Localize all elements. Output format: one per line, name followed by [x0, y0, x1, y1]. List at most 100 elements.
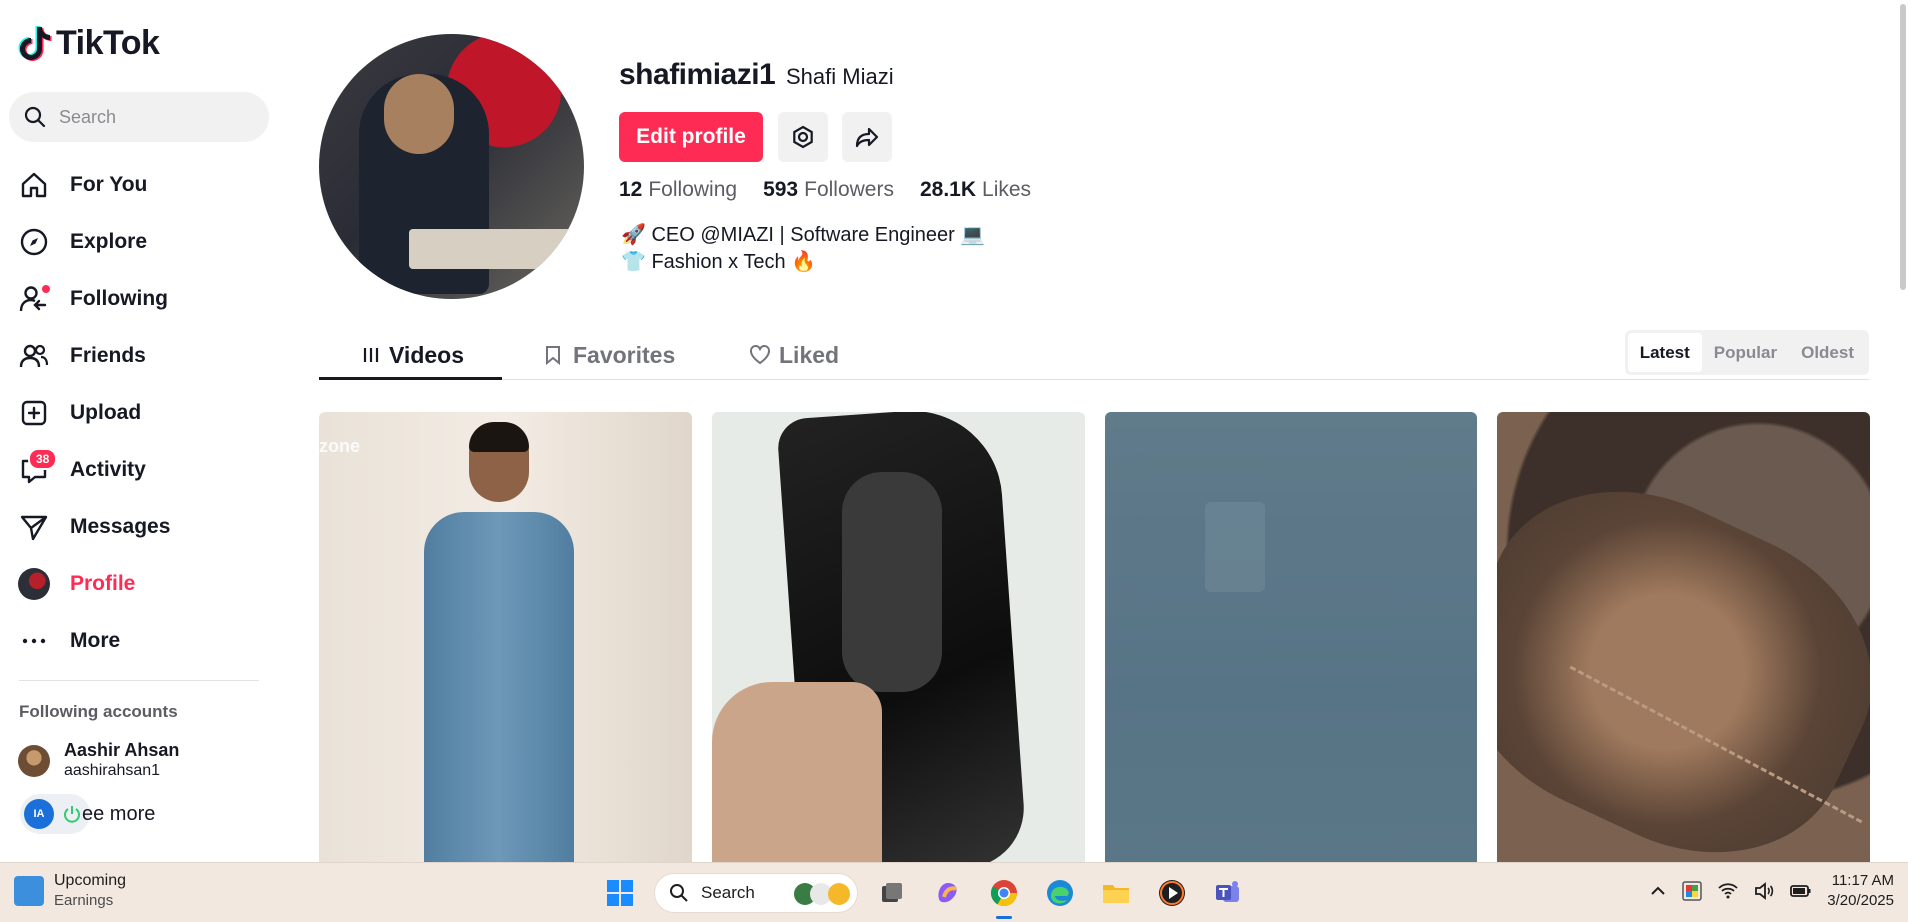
video-thumbnail[interactable]: zone [319, 412, 692, 862]
extension-pill[interactable]: IA [20, 794, 90, 834]
home-icon [18, 169, 50, 201]
profile-bio: 🚀 CEO @MIAZI | Software Engineer 💻 👕 Fas… [621, 222, 985, 276]
copilot-button[interactable] [926, 871, 970, 915]
compass-icon [18, 226, 50, 258]
video-thumbnail[interactable] [711, 412, 1085, 862]
video-thumbnail[interactable] [1497, 412, 1870, 862]
taskbar-search-label: Search [701, 883, 755, 902]
nav-item-following[interactable]: Following [18, 270, 170, 327]
search-highlight-icon [794, 883, 850, 905]
clock[interactable]: 11:17 AM 3/20/2025 [1827, 871, 1894, 911]
app-tray-icon[interactable] [1681, 880, 1703, 902]
see-more-link[interactable]: IA ee more [20, 794, 155, 834]
heart-icon [749, 344, 771, 365]
widgets-button[interactable]: Upcoming Earnings [14, 871, 126, 910]
tab-underline [319, 377, 502, 380]
media-player-button[interactable] [1150, 871, 1194, 915]
video-watermark: zone [319, 436, 361, 456]
bio-line: 🚀 CEO @MIAZI | Software Engineer 💻 [621, 224, 986, 246]
chevron-up-icon[interactable] [1649, 882, 1667, 900]
extension-icon: IA [24, 799, 54, 829]
news-widget-icon [14, 875, 44, 906]
sort-latest[interactable]: Latest [1627, 333, 1702, 372]
avatar [18, 567, 50, 600]
edge-icon [1047, 880, 1073, 906]
nav-item-explore[interactable]: Explore [18, 213, 170, 270]
tab-videos[interactable]: Videos [361, 330, 464, 380]
inbox-icon: 38 [18, 447, 58, 486]
start-button[interactable] [598, 871, 642, 915]
chrome-button[interactable] [982, 871, 1026, 919]
friends-icon [18, 340, 50, 372]
chrome-icon [990, 880, 1018, 907]
profile-tabs: Videos Favorites Liked Latest Popular Ol… [319, 330, 1869, 380]
nav-item-activity[interactable]: 38 Activity [18, 441, 170, 498]
tab-label: Liked [779, 341, 840, 368]
tab-label: Favorites [573, 341, 676, 368]
stat-following[interactable]: 12 Following [619, 178, 737, 202]
sort-oldest[interactable]: Oldest [1789, 333, 1866, 372]
scrollbar-thumb[interactable] [1900, 4, 1906, 290]
page-scrollbar[interactable] [1896, 0, 1908, 862]
play-icon [1159, 880, 1185, 906]
sort-popular[interactable]: Popular [1702, 333, 1789, 372]
widget-subtitle: Earnings [54, 892, 114, 909]
nav-item-messages[interactable]: Messages [18, 498, 170, 555]
nav-label: Explore [70, 229, 148, 253]
notification-dot [42, 284, 50, 293]
clock-time: 11:17 AM [1831, 872, 1894, 889]
edge-button[interactable] [1038, 871, 1082, 915]
file-explorer-button[interactable] [1094, 871, 1138, 915]
nav-item-for-you[interactable]: For You [18, 156, 170, 213]
edit-profile-button[interactable]: Edit profile [619, 112, 763, 162]
stat-followers[interactable]: 593 Followers [763, 178, 894, 202]
nav-label: Following [70, 286, 168, 310]
system-tray: 11:17 AM 3/20/2025 [1649, 871, 1894, 911]
task-view-button[interactable] [870, 871, 914, 915]
sort-toggle: Latest Popular Oldest [1624, 330, 1869, 375]
battery-icon[interactable] [1789, 880, 1813, 902]
taskbar-search[interactable]: Search [654, 873, 858, 913]
tab-liked[interactable]: Liked [749, 330, 839, 380]
tiktok-logo[interactable]: TikTok [18, 24, 160, 63]
send-icon [18, 511, 50, 543]
nav-label: More [70, 628, 121, 652]
folder-icon [1103, 885, 1129, 903]
activity-badge: 38 [28, 447, 58, 470]
gear-icon [793, 125, 813, 149]
search-bar[interactable] [9, 92, 269, 142]
nav-label: Activity [70, 457, 146, 481]
stat-likes: 28.1K Likes [919, 178, 1032, 201]
tab-label: Videos [389, 341, 464, 368]
avatar [18, 744, 50, 777]
share-button[interactable] [842, 112, 892, 162]
teams-icon [1216, 881, 1239, 902]
grid-icon [363, 348, 379, 362]
nav-item-upload[interactable]: Upload [18, 384, 170, 441]
nav-item-friends[interactable]: Friends [18, 327, 170, 384]
teams-button[interactable] [1206, 871, 1250, 915]
widget-title: Upcoming [54, 872, 127, 889]
task-view-icon [882, 883, 902, 902]
video-thumbnail[interactable] [1104, 412, 1478, 862]
following-accounts-title: Following accounts [19, 702, 178, 721]
settings-button[interactable] [778, 112, 828, 162]
following-account-item[interactable]: Aashir Ahsan aashirahsan1 [18, 740, 179, 781]
main-nav: For You Explore Following Friends Upload… [18, 156, 170, 669]
search-input[interactable] [59, 106, 249, 128]
bio-line: 👕 Fashion x Tech 🔥 [621, 251, 817, 273]
profile-avatar[interactable] [319, 34, 584, 299]
nav-item-more[interactable]: More [18, 612, 170, 669]
clock-date: 3/20/2025 [1827, 892, 1894, 909]
profile-username: shafimiazi1 [619, 58, 776, 91]
wifi-icon[interactable] [1717, 880, 1739, 902]
taskbar-apps: Search [598, 871, 1250, 919]
profile-nickname: Shafi Miazi [786, 64, 894, 89]
nav-label: For You [70, 172, 148, 196]
nav-item-profile[interactable]: Profile [18, 555, 170, 612]
volume-icon[interactable] [1753, 880, 1775, 902]
windows-icon [607, 880, 633, 906]
tab-favorites[interactable]: Favorites [543, 330, 675, 380]
copilot-icon [938, 883, 957, 903]
following-icon [18, 283, 50, 315]
